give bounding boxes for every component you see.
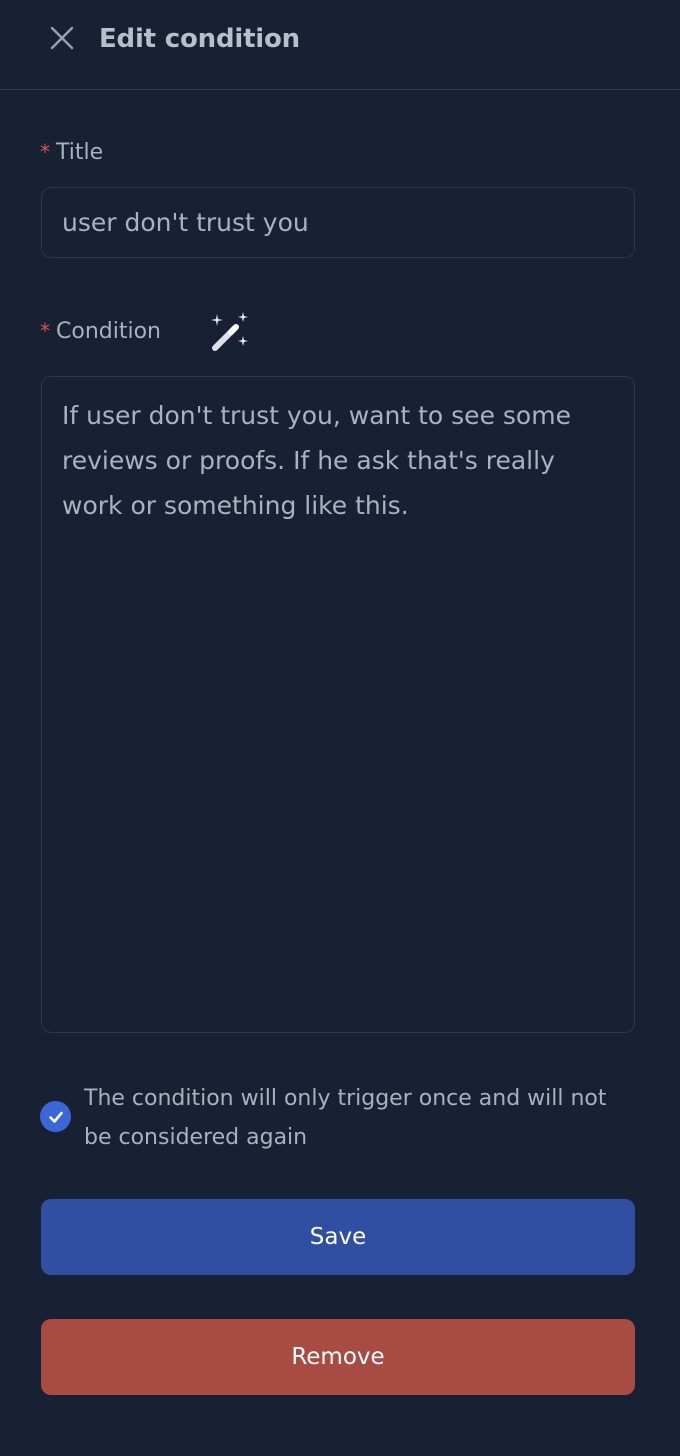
required-marker: * [40,140,50,164]
checkmark-icon [48,1111,63,1123]
close-button[interactable] [44,20,80,56]
trigger-once-text: The condition will only trigger once and… [84,1086,607,1150]
condition-textarea[interactable]: If user don't trust you, want to see som… [41,376,635,1033]
close-icon [50,26,74,50]
panel-header: Edit condition [0,0,680,90]
title-label-text: Title [56,140,104,165]
magic-wand-button[interactable] [205,309,253,355]
title-label: * Title [40,137,103,167]
trigger-once-option[interactable]: The condition will only trigger once and… [40,1079,635,1159]
magic-wand-icon [211,312,248,351]
title-input[interactable] [41,187,635,258]
save-button[interactable]: Save [41,1199,635,1275]
edit-condition-panel: Edit condition *Title *Condition If user… [0,0,680,1456]
trigger-once-checkbox[interactable] [40,1101,71,1132]
required-marker: * [40,319,50,343]
condition-label: * Condition [40,316,161,346]
remove-button[interactable]: Remove [41,1319,635,1395]
condition-label-text: Condition [56,319,161,344]
page-title: Edit condition [99,24,300,54]
